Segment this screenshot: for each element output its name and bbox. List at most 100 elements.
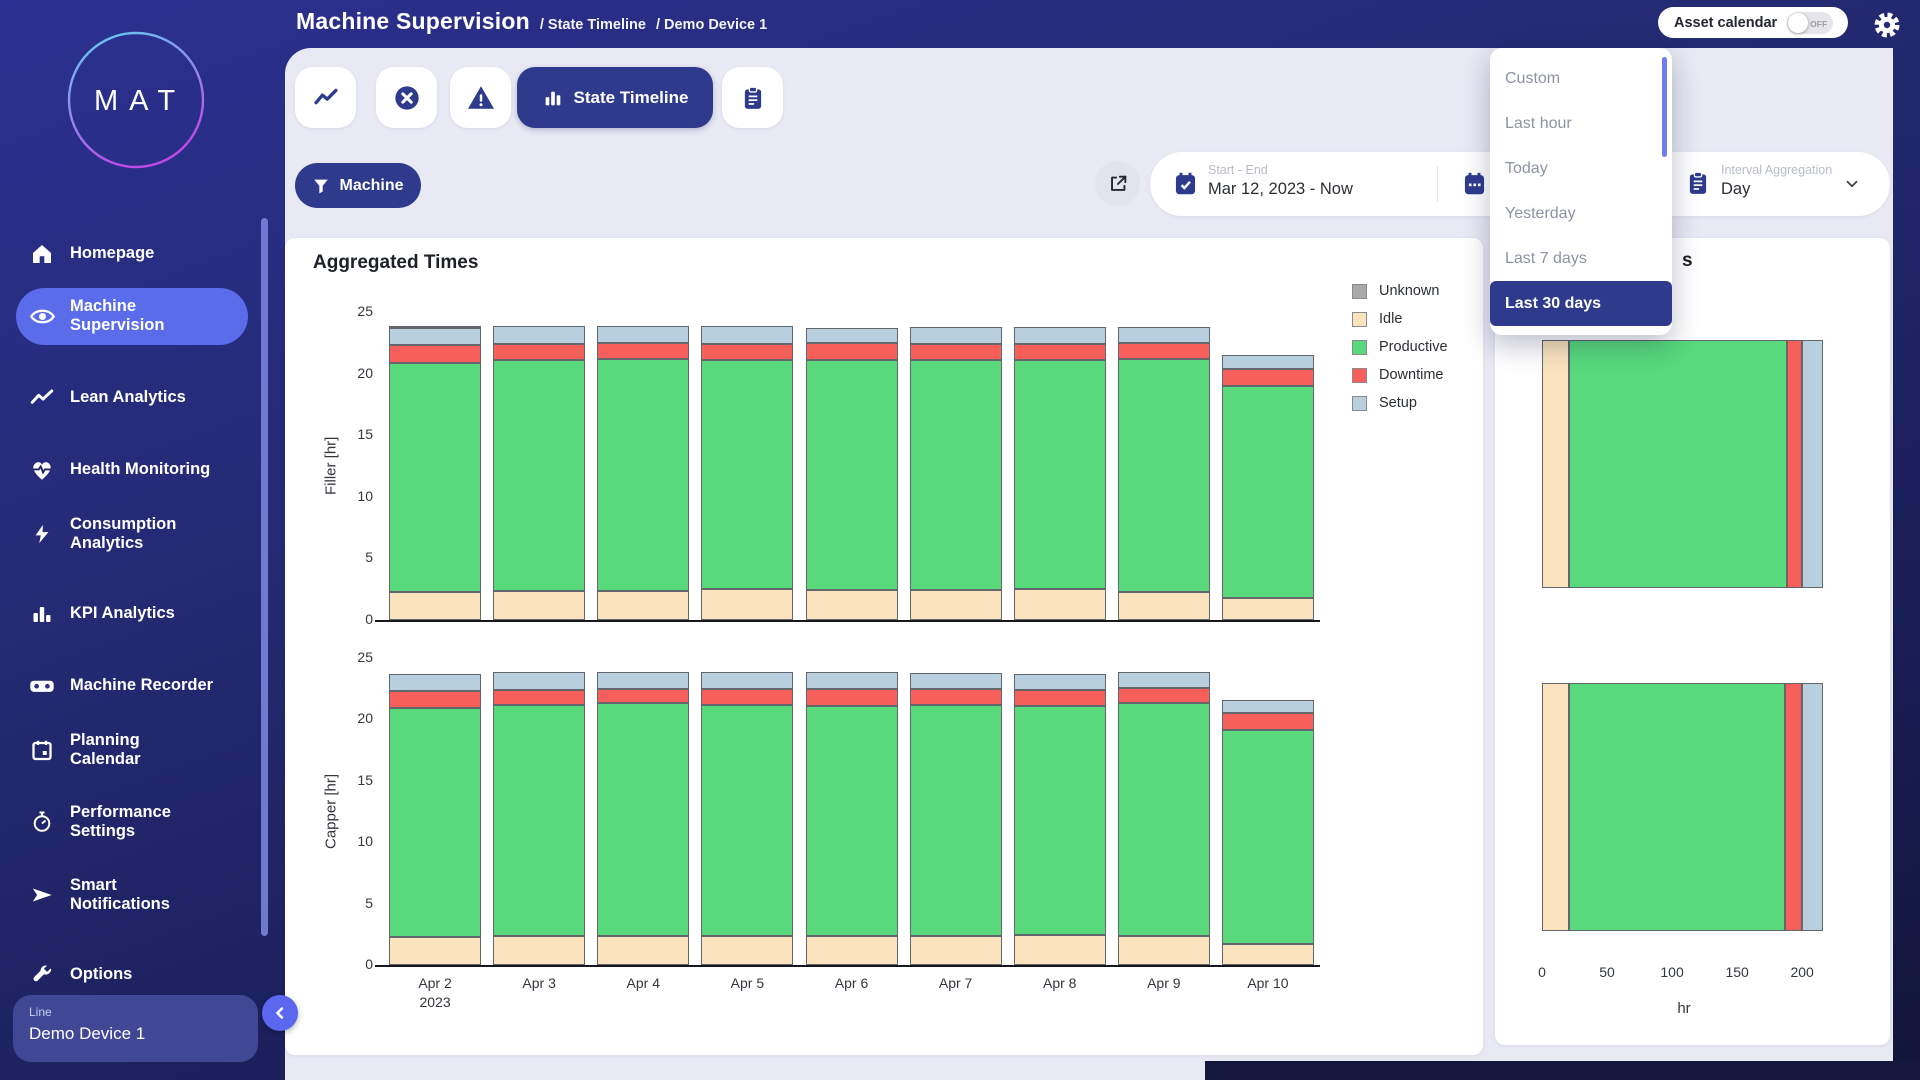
sidebar-item-smart-notifications[interactable]: Smart Notifications <box>16 867 248 924</box>
y-tick-label: 0 <box>333 611 373 627</box>
asset-calendar-toggle[interactable]: OFF <box>1787 12 1833 34</box>
legend-item[interactable]: Downtime <box>1352 367 1448 383</box>
sidebar-item-health-monitoring[interactable]: Health Monitoring <box>16 446 248 494</box>
stacked-bar <box>389 312 481 620</box>
bar-segment-idle <box>910 590 1002 620</box>
dropdown-scrollbar[interactable] <box>1662 57 1667 157</box>
bar-segment-idle <box>1542 340 1569 588</box>
device-card[interactable]: Line Demo Device 1 <box>13 995 258 1062</box>
trend-line-icon <box>27 383 57 413</box>
bar-segment-productive <box>910 705 1002 935</box>
chart-legend: Unknown Idle Productive Downtime Setup <box>1352 283 1448 411</box>
heart-pulse-icon <box>27 455 57 485</box>
bar-segment-productive <box>597 703 689 935</box>
stacked-bar <box>597 658 689 965</box>
mat-logo: MAT <box>66 30 206 170</box>
dropdown-option[interactable]: Last 7 days <box>1490 236 1672 281</box>
date-range-dropdown: CustomLast hourTodayYesterdayLast 7 days… <box>1490 48 1672 335</box>
bar-segment-downtime <box>1118 688 1210 703</box>
aggregated-times-title: Aggregated Times <box>313 252 478 274</box>
sidebar-collapse-button[interactable] <box>262 995 298 1031</box>
tab-warnings[interactable] <box>450 67 511 128</box>
toggle-knob <box>1788 13 1808 33</box>
open-in-new-window-button[interactable] <box>1095 161 1140 206</box>
recorder-icon <box>27 671 57 701</box>
bar-segment-setup <box>1118 672 1210 688</box>
sidebar-item-machine-supervision[interactable]: Machine Supervision <box>16 288 248 345</box>
tab-state-timeline[interactable]: State Timeline <box>517 67 713 128</box>
bar-segment-setup <box>1014 674 1106 690</box>
calendar-check-icon <box>1172 170 1199 197</box>
tab-errors[interactable] <box>376 67 437 128</box>
date-range-field[interactable]: Start - End Mar 12, 2023 - Now <box>1208 163 1353 199</box>
bar-segment-setup <box>910 327 1002 344</box>
bar-segment-setup <box>389 674 481 691</box>
breadcrumb-device[interactable]: / Demo Device 1 <box>656 17 767 33</box>
machine-filter-button[interactable]: Machine <box>295 163 421 208</box>
y-axis-label-filler: Filler [hr] <box>321 312 341 620</box>
dropdown-option[interactable]: Yesterday <box>1490 191 1672 236</box>
x-tick-label: Apr 2 2023 <box>383 974 487 1012</box>
bar-segment-downtime <box>910 689 1002 706</box>
bar-segment-productive <box>1222 730 1314 943</box>
breadcrumb: Machine Supervision / State Timeline / D… <box>296 8 767 35</box>
line-chart-icon <box>312 84 340 112</box>
x-tick-label: Apr 3 <box>487 974 591 993</box>
tab-line-chart[interactable] <box>295 67 356 128</box>
bar-segment-unknown <box>389 326 481 328</box>
bar-segment-downtime <box>493 690 585 705</box>
x-circle-icon <box>393 84 421 112</box>
sidebar-item-label: KPI Analytics <box>70 604 175 623</box>
bar-segment-idle <box>806 936 898 965</box>
sidebar-item-kpi-analytics[interactable]: KPI Analytics <box>16 590 248 638</box>
bar-segment-setup <box>597 672 689 689</box>
sidebar-item-homepage[interactable]: Homepage <box>16 230 248 278</box>
stacked-bar <box>1118 312 1210 620</box>
legend-item[interactable]: Unknown <box>1352 283 1448 299</box>
state-timeline-bars-icon <box>542 87 564 109</box>
sidebar-item-lean-analytics[interactable]: Lean Analytics <box>16 374 248 422</box>
bar-segment-downtime <box>1014 690 1106 706</box>
legend-item[interactable]: Productive <box>1352 339 1448 355</box>
tab-report[interactable] <box>722 67 783 128</box>
sidebar-item-label: Performance Settings <box>70 803 171 842</box>
bar-segment-idle <box>701 936 793 965</box>
bar-segment-idle <box>1222 944 1314 965</box>
bar-segment-productive <box>701 705 793 936</box>
legend-item[interactable]: Setup <box>1352 395 1448 411</box>
sidebar-scrollbar[interactable] <box>261 218 268 936</box>
sidebar-item-machine-recorder[interactable]: Machine Recorder <box>16 662 248 710</box>
sidebar-item-options[interactable]: Options <box>16 951 248 999</box>
chevron-down-icon[interactable] <box>1843 175 1861 193</box>
bar-segment-productive <box>806 360 898 590</box>
legend-swatch <box>1352 368 1367 383</box>
dropdown-option[interactable]: Today <box>1490 146 1672 191</box>
bar-segment-productive <box>389 363 481 592</box>
capper-stacked-bar-chart: 0510152025Apr 2 2023Apr 3Apr 4Apr 5Apr 6… <box>383 658 1320 965</box>
dropdown-option[interactable]: Last 30 days <box>1490 281 1672 326</box>
calendar-range-icon[interactable] <box>1461 170 1488 197</box>
bar-segment-downtime <box>910 344 1002 360</box>
settings-gear-icon[interactable] <box>1872 10 1902 40</box>
legend-item[interactable]: Idle <box>1352 311 1448 327</box>
bar-segment-idle <box>1118 936 1210 965</box>
toggle-state-label: OFF <box>1810 19 1827 29</box>
stacked-bar <box>389 658 481 965</box>
filler-stacked-bar-chart: 0510152025 <box>383 312 1320 620</box>
sidebar-item-planning-calendar[interactable]: Planning Calendar <box>16 722 248 779</box>
interval-aggregation-value: Day <box>1721 180 1832 199</box>
breadcrumb-state-timeline[interactable]: / State Timeline <box>540 17 646 33</box>
sidebar-item-label: Machine Recorder <box>70 676 213 695</box>
page-background <box>1205 1061 1920 1080</box>
sidebar-item-performance-settings[interactable]: Performance Settings <box>16 794 248 851</box>
page-title: Machine Supervision <box>296 8 530 35</box>
x-axis-line <box>375 965 1320 967</box>
dropdown-option[interactable]: Custom <box>1490 56 1672 101</box>
interval-aggregation-select[interactable]: Interval Aggregation Day <box>1721 163 1832 199</box>
tab-state-timeline-label: State Timeline <box>574 88 689 108</box>
interval-clipboard-icon <box>1685 170 1712 197</box>
sidebar-item-consumption-analytics[interactable]: Consumption Analytics <box>16 506 248 563</box>
bar-segment-productive <box>1569 340 1786 588</box>
y-tick-label: 10 <box>333 488 373 504</box>
dropdown-option[interactable]: Last hour <box>1490 101 1672 146</box>
